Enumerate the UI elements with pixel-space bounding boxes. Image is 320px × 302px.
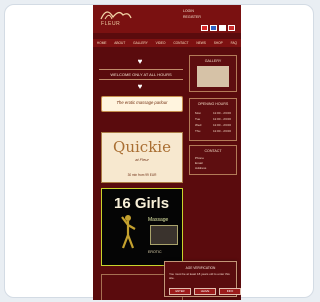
heart-icon: ♥ [137, 57, 143, 66]
tagline-banner[interactable]: The erotic massage parlour [101, 96, 183, 112]
flag-icon[interactable] [210, 25, 217, 31]
opening-hours-list: Mon 11:00 - 23:00 Tue 11:00 - 23:00 Wed … [195, 110, 231, 134]
flag-icon[interactable] [219, 25, 226, 31]
nav-item-news[interactable]: NEWS [196, 41, 206, 45]
nav-item-home[interactable]: HOME [97, 41, 107, 45]
girls-name: Massage [148, 217, 169, 223]
quickie-footer: 30 min from 99 EUR [127, 173, 157, 177]
quickie-title: Quickie [113, 138, 171, 156]
info-button[interactable]: INFO [219, 288, 241, 295]
contact-card: CONTACT Phone Email Address [189, 145, 237, 175]
hours-time: 11:00 - 23:00 [212, 129, 231, 133]
leave-button[interactable]: LEAVE [194, 288, 216, 295]
language-flags [201, 25, 235, 31]
contact-lines: Phone Email Address [195, 156, 231, 171]
main-navigation: HOME ABOUT GALLERY VIDEO CONTACT NEWS SH… [93, 39, 241, 47]
top-link-login[interactable]: LOGIN [183, 9, 235, 13]
welcome-heading: WELCOME ONLY AT ALL HOURS [99, 69, 183, 80]
opening-hours-card: OPENING HOURS Mon 11:00 - 23:00 Tue 11:0… [189, 98, 237, 141]
top-link-register[interactable]: REGISTER [183, 15, 235, 19]
quickie-subtitle: at Fleur [135, 157, 149, 162]
flag-icon[interactable] [228, 25, 235, 31]
hours-day: Thu [195, 129, 201, 133]
girls-promo[interactable]: 16 Girls Massage EROTIC [101, 188, 183, 266]
popup-title: AGE VERIFICATION [185, 266, 216, 270]
heart-icon: ♥ [137, 82, 143, 91]
girls-caption: EROTIC [148, 250, 162, 254]
nav-item-gallery[interactable]: GALLERY [133, 41, 148, 45]
opening-hours-title: OPENING HOURS [197, 102, 229, 106]
contact-line: Address [195, 166, 207, 170]
nav-item-video[interactable]: VIDEO [156, 41, 166, 45]
gallery-card[interactable]: GALLERY [189, 55, 237, 92]
age-verification-popup: AGE VERIFICATION You must be at least 18… [164, 261, 241, 297]
brand-logo[interactable]: FLEUR [99, 8, 133, 28]
nav-item-about[interactable]: ABOUT [114, 41, 125, 45]
quickie-promo[interactable]: Quickie at Fleur 30 min from 99 EUR [101, 132, 183, 183]
flag-icon[interactable] [201, 25, 208, 31]
website-preview: FLEUR LOGIN REGISTER HOME ABOUT GALLERY … [93, 5, 241, 300]
gallery-title: GALLERY [204, 59, 222, 63]
girls-title: 16 Girls [114, 195, 170, 212]
enter-button[interactable]: ENTER [169, 288, 191, 295]
girl-photo[interactable] [150, 225, 178, 245]
hours-row: Thu 11:00 - 23:00 [195, 128, 231, 134]
top-links: LOGIN REGISTER [183, 9, 235, 21]
logo-icon [100, 11, 132, 20]
popup-buttons: ENTER LEAVE INFO [169, 288, 241, 295]
logo-text: FLEUR [101, 21, 121, 27]
nav-item-shop[interactable]: SHOP [214, 41, 223, 45]
contact-title: CONTACT [204, 149, 222, 153]
nav-item-faq[interactable]: FAQ [231, 41, 237, 45]
popup-text: You must be at least 18 years old to ent… [169, 272, 230, 280]
gallery-thumbnail[interactable] [197, 66, 229, 87]
dancer-illustration [121, 215, 136, 249]
nav-item-contact[interactable]: CONTACT [173, 41, 188, 45]
site-header: FLEUR LOGIN REGISTER [93, 5, 241, 33]
tagline-text: The erotic massage parlour [116, 100, 168, 105]
